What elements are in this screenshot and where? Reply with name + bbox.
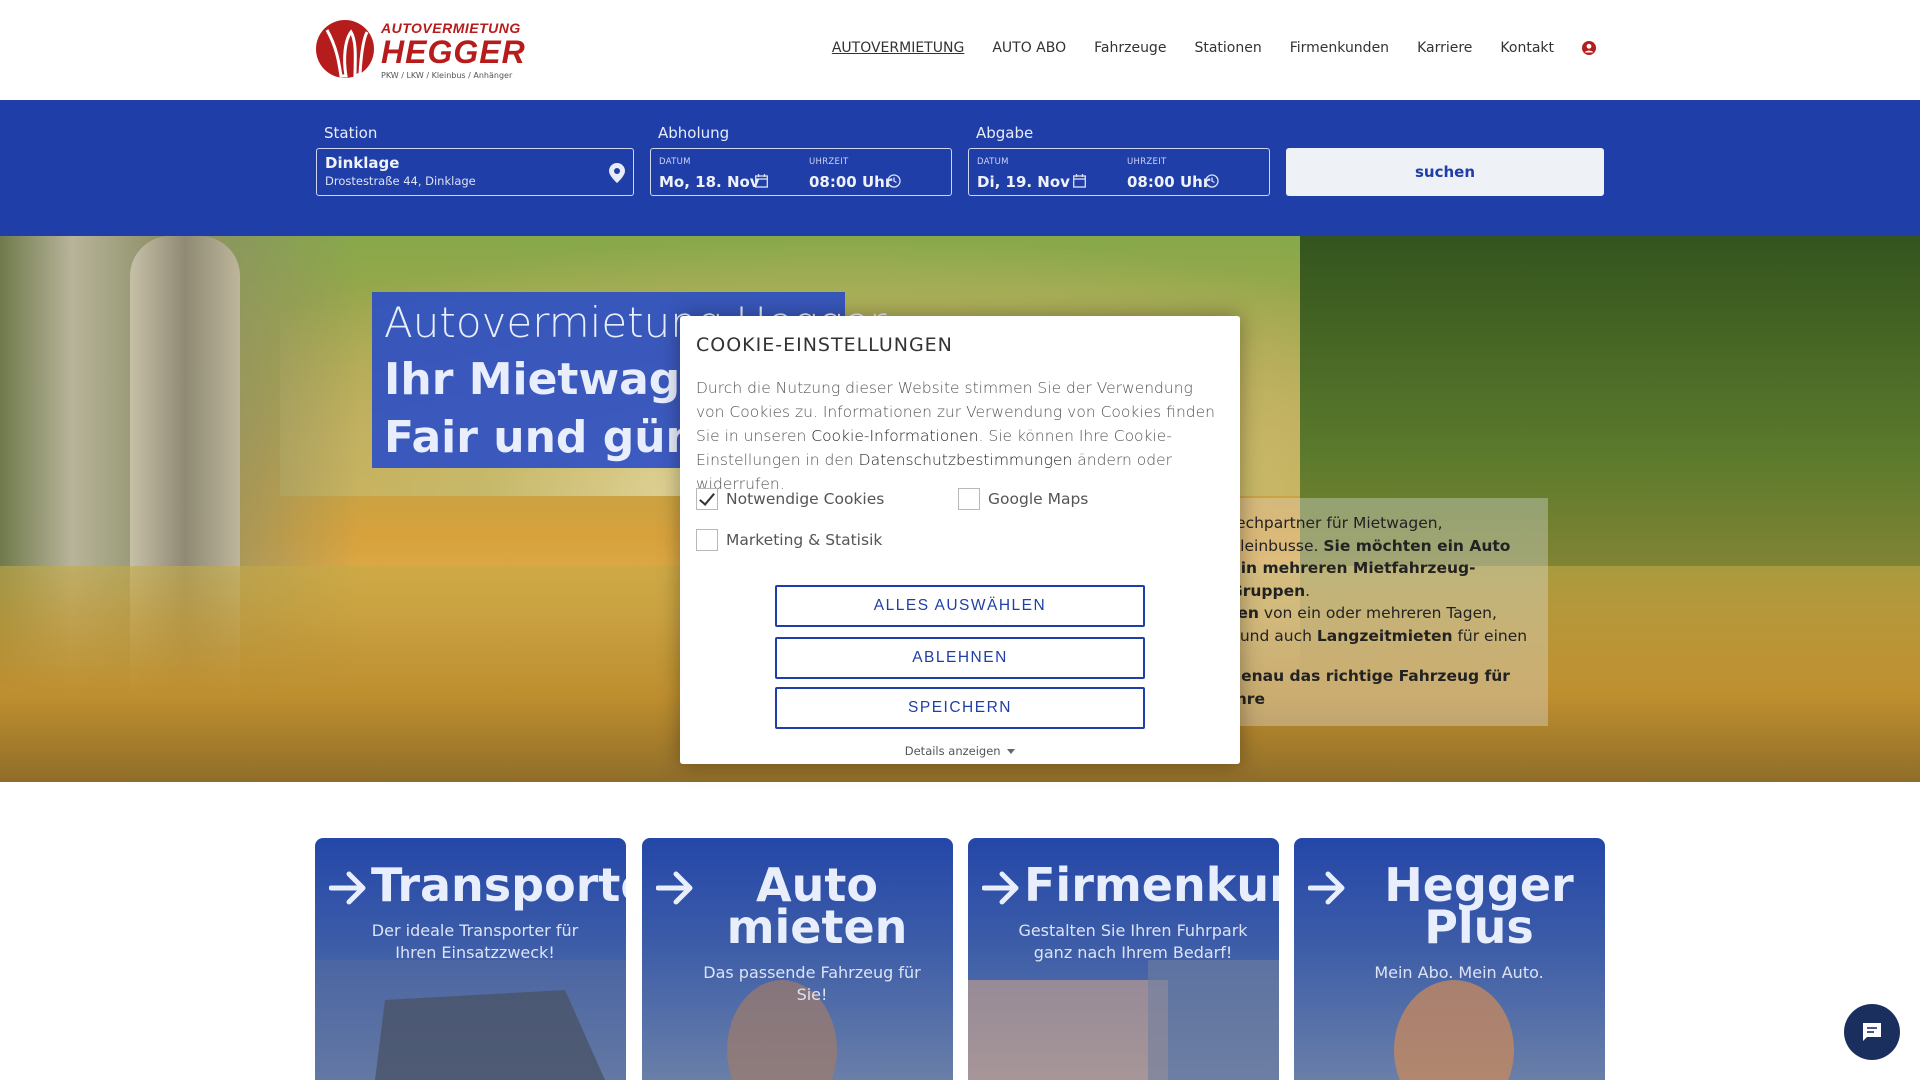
card-auto-mieten[interactable]: Auto mieten Das passende Fahrzeug für Si… [642, 838, 953, 1080]
logo-wordmark: AUTOVERMIETUNG HEGGER [381, 20, 526, 68]
site-header: AUTOVERMIETUNG HEGGER PKW / LKW / Kleinb… [0, 0, 1920, 100]
card-hegger-plus[interactable]: Hegger Plus Mein Abo. Mein Auto. [1294, 838, 1605, 1080]
pickup-field[interactable]: DATUM Mo, 18. Nov UHRZEIT 08:00 Uhr [650, 148, 952, 196]
card-firmenkunden[interactable]: Firmenkunde Gestalten Sie Ihren Fuhrpark… [968, 838, 1279, 1080]
nav-firmenkunden[interactable]: Firmenkunden [1290, 40, 1389, 56]
dropoff-field[interactable]: DATUM Di, 19. Nov UHRZEIT 08:00 Uhr [968, 148, 1270, 196]
cookie-dialog: COOKIE-EINSTELLUNGEN Durch die Nutzung d… [680, 316, 1240, 764]
nav-kontakt[interactable]: Kontakt [1500, 40, 1554, 56]
checkbox-checked[interactable] [696, 488, 718, 510]
card-title: Hegger Plus [1384, 858, 1574, 954]
hero-text-1c-end: . [1305, 581, 1311, 600]
cookie-option-label: Notwendige Cookies [726, 490, 885, 508]
card-subtitle: Das passende Fahrzeug für Sie! [703, 963, 921, 1004]
details-label: Details anzeigen [904, 744, 1001, 758]
pickup-date[interactable]: Mo, 18. Nov [659, 173, 760, 191]
main-nav: AUTOVERMIETUNG AUTO ABO Fahrzeuge Statio… [804, 40, 1596, 56]
van-photo [315, 960, 626, 1080]
nav-auto-abo[interactable]: AUTO ABO [992, 40, 1066, 56]
cookie-option-label: Google Maps [988, 490, 1089, 508]
cookie-option-label: Marketing & Statisik [726, 531, 883, 549]
hero-text-2-bold: genau das richtige Fahrzeug für Ihre [1230, 667, 1510, 708]
calendar-icon [755, 174, 768, 188]
hero-text-1d: von ein oder mehreren Tagen, [1258, 604, 1497, 622]
clock-icon [887, 174, 901, 188]
hero-text-1c-bold: l in mehreren Mietfahrzeug-Gruppen [1230, 559, 1476, 600]
nav-autovermietung[interactable]: AUTOVERMIETUNG [832, 40, 964, 56]
clock-icon [1205, 174, 1219, 188]
card-transporter[interactable]: Transporter Der ideale Transporter für I… [315, 838, 626, 1080]
card-subtitle: Der ideale Transporter für Ihren Einsatz… [371, 921, 579, 962]
cookie-info-link[interactable]: Cookie-Informationen [811, 427, 978, 445]
arrow-right-icon [656, 871, 693, 905]
select-all-button[interactable]: ALLES AUSWÄHLEN [775, 585, 1145, 627]
map-pin-icon [609, 163, 625, 183]
business-photo [968, 960, 1279, 1080]
pickup-time[interactable]: 08:00 Uhr [809, 173, 892, 191]
hero-text-1e-bold: Langzeitmieten [1316, 626, 1453, 645]
logo-tagline: PKW / LKW / Kleinbus / Anhänger [381, 71, 513, 80]
checkbox-unchecked[interactable] [696, 529, 718, 551]
arrow-right-icon [1308, 871, 1345, 905]
nav-fahrzeuge[interactable]: Fahrzeuge [1094, 40, 1166, 56]
logo-line2: HEGGER [381, 34, 526, 70]
privacy-link[interactable]: Datenschutzbestimmungen [859, 451, 1073, 469]
booking-search-bar: Station Dinklage Drostestraße 44, Dinkla… [0, 100, 1920, 236]
station-label: Station [324, 124, 378, 142]
dropoff-label: Abgabe [976, 124, 1034, 142]
details-toggle[interactable]: Details anzeigen [680, 744, 1240, 758]
arrow-right-icon [329, 871, 366, 905]
hero-text-1a: rechpartner für Mietwagen, [1230, 514, 1443, 532]
calendar-icon [1073, 174, 1086, 188]
dropoff-time[interactable]: 08:00 Uhr [1127, 173, 1210, 191]
card-subtitle: Gestalten Sie Ihren Fuhrpark ganz nach I… [1018, 921, 1248, 962]
card-title: Firmenkunde [1024, 858, 1279, 912]
cookie-option-google-maps[interactable]: Google Maps [958, 488, 1088, 510]
chat-bubble-icon [1863, 1023, 1881, 1041]
user-circle-icon[interactable] [1582, 41, 1596, 55]
dropoff-date[interactable]: Di, 19. Nov [977, 173, 1070, 191]
search-button[interactable]: suchen [1286, 148, 1604, 196]
station-field[interactable]: Dinklage Drostestraße 44, Dinklage [316, 148, 634, 196]
nav-karriere[interactable]: Karriere [1417, 40, 1472, 56]
cookie-option-necessary[interactable]: Notwendige Cookies [696, 488, 884, 510]
hero-text-1b-bold: Sie möchten ein Auto [1323, 536, 1511, 555]
cookie-option-marketing[interactable]: Marketing & Statisik [696, 529, 882, 551]
pickup-label: Abholung [658, 124, 730, 142]
cookie-title: COOKIE-EINSTELLUNGEN [696, 334, 953, 356]
hegger-logo[interactable]: AUTOVERMIETUNG HEGGER PKW / LKW / Kleinb… [315, 16, 525, 84]
station-name: Dinklage [325, 154, 400, 172]
logo-emblem-icon [316, 20, 374, 79]
hero-text-1e-end: für einen [1452, 626, 1528, 645]
pickup-date-label: DATUM [659, 157, 691, 167]
dropoff-time-label: UHRZEIT [1127, 157, 1167, 167]
card-title: Auto mieten [726, 858, 908, 954]
hero-text-1b: Kleinbusse. [1230, 536, 1324, 555]
card-title: Transporter [371, 858, 626, 912]
station-address: Drostestraße 44, Dinklage [325, 174, 476, 188]
nav-stationen[interactable]: Stationen [1194, 40, 1261, 56]
chat-button[interactable] [1844, 1004, 1900, 1060]
dropoff-date-label: DATUM [977, 157, 1009, 167]
decline-button[interactable]: ABLEHNEN [775, 637, 1145, 679]
hero-text-1e: , und auch [1230, 626, 1317, 645]
caret-down-icon [1007, 749, 1016, 754]
pickup-time-label: UHRZEIT [809, 157, 849, 167]
card-subtitle: Mein Abo. Mein Auto. [1374, 963, 1544, 982]
cookie-description: Durch die Nutzung dieser Website stimmen… [696, 376, 1226, 496]
save-button[interactable]: SPEICHERN [775, 687, 1145, 729]
checkbox-unchecked[interactable] [958, 488, 980, 510]
arrow-right-icon [982, 871, 1019, 905]
